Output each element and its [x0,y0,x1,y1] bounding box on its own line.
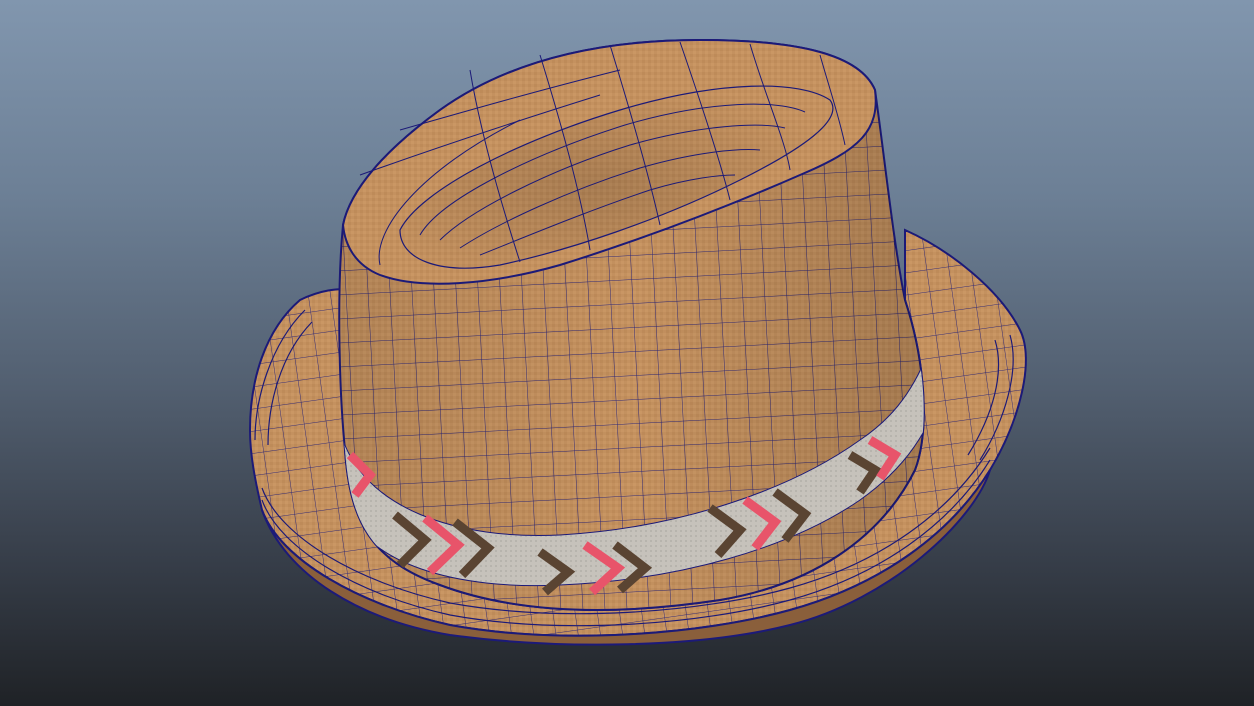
3d-viewport[interactable] [0,0,1254,706]
hat-model[interactable] [0,0,1254,706]
